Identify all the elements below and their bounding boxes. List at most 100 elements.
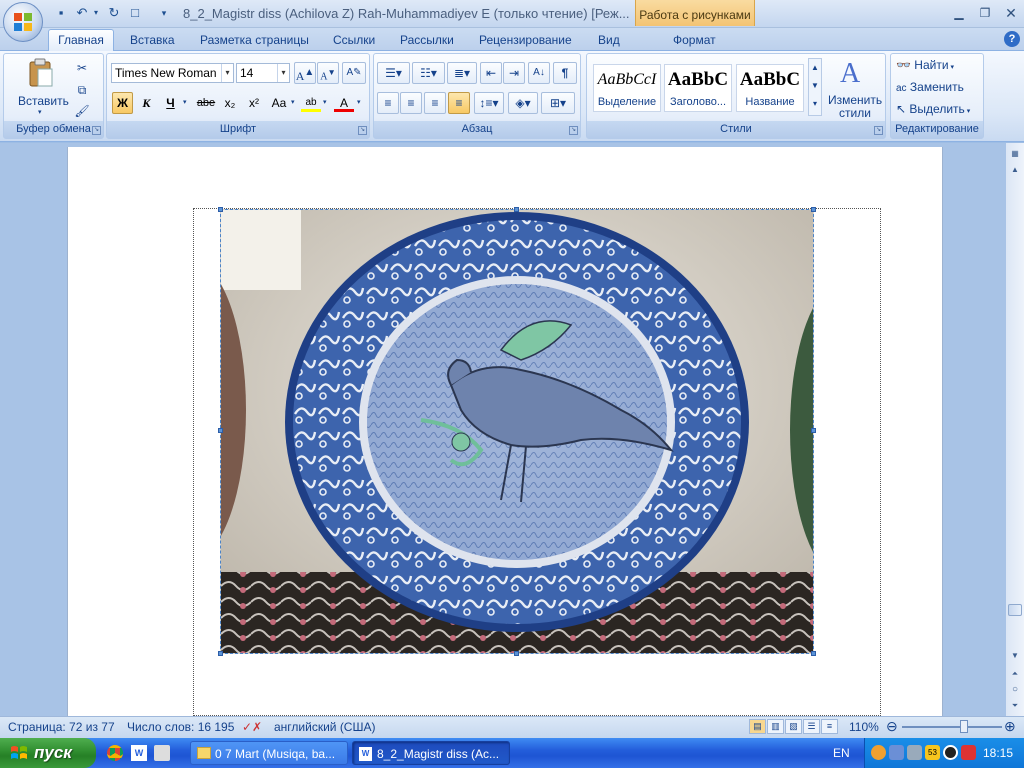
find-button[interactable]: 👓 Найти ▾ [896, 58, 954, 76]
paragraph-launcher-icon[interactable]: ↘ [569, 126, 578, 135]
zoom-slider-thumb[interactable] [960, 720, 968, 733]
case-dropdown-icon[interactable]: ▾ [291, 98, 295, 106]
font-color-dropdown-icon[interactable]: ▾ [357, 98, 361, 106]
zoom-in-icon[interactable]: ⊕ [1004, 718, 1016, 735]
highlight-icon[interactable]: ab [300, 92, 322, 114]
undo-dropdown-icon[interactable]: ▾ [91, 4, 101, 22]
zoom-slider-track[interactable] [902, 726, 1002, 728]
format-painter-icon[interactable]: 🖌 [72, 100, 92, 122]
tab-references[interactable]: Ссылки [333, 31, 375, 50]
help-icon[interactable]: ? [1004, 31, 1020, 47]
web-layout-icon[interactable]: ▧ [785, 719, 802, 734]
chevron-down-icon[interactable]: ▾ [221, 64, 233, 82]
resize-handle[interactable] [811, 428, 816, 433]
select-button[interactable]: ↖ Выделить ▾ [896, 102, 970, 120]
align-right-icon[interactable]: ≡ [424, 92, 446, 114]
resize-handle[interactable] [811, 651, 816, 656]
sort-icon[interactable]: A↓ [528, 62, 550, 84]
tab-review[interactable]: Рецензирование [479, 31, 572, 50]
save-icon[interactable]: ▪ [52, 4, 70, 22]
language-indicator[interactable]: английский (США) [274, 720, 375, 734]
resize-handle[interactable] [218, 428, 223, 433]
tab-page-layout[interactable]: Разметка страницы [200, 31, 309, 50]
italic-button[interactable]: К [136, 92, 157, 114]
increase-indent-icon[interactable]: ⇥ [503, 62, 525, 84]
resize-handle[interactable] [218, 651, 223, 656]
font-color-icon[interactable]: A [333, 92, 355, 114]
style-heading[interactable]: AaBbC Заголово... [664, 64, 732, 112]
clipboard-launcher-icon[interactable]: ↘ [92, 126, 101, 135]
tab-mailings[interactable]: Рассылки [400, 31, 454, 50]
clear-formatting-icon[interactable]: A✎ [342, 62, 366, 84]
copy-icon[interactable]: ⧉ [72, 79, 92, 101]
scrollbar-thumb[interactable] [1008, 604, 1022, 616]
tray-volume-icon[interactable] [907, 745, 922, 760]
zoom-out-icon[interactable]: ⊖ [886, 718, 898, 735]
font-family-select[interactable]: Times New Roman ▾ [111, 63, 234, 83]
undo-icon[interactable]: ↶ [73, 4, 91, 22]
tray-antivirus-icon[interactable]: 53 [925, 745, 940, 760]
styles-scroll[interactable]: ▲ ▼ ▾ [808, 58, 822, 116]
show-marks-button[interactable]: ¶ [553, 62, 577, 84]
resize-handle[interactable] [514, 651, 519, 656]
scroll-down-icon[interactable]: ▼ [1007, 648, 1023, 664]
superscript-button[interactable]: x² [243, 92, 265, 114]
strikethrough-button[interactable]: abe [194, 92, 218, 114]
underline-dropdown-icon[interactable]: ▾ [183, 98, 187, 106]
underline-button[interactable]: Ч [160, 92, 181, 114]
paste-button[interactable]: Вставить ▾ [12, 56, 70, 116]
browse-object-icon[interactable]: ○ [1007, 682, 1023, 698]
new-document-icon[interactable]: □ [126, 4, 144, 22]
tab-view[interactable]: Вид [598, 31, 620, 50]
previous-page-icon[interactable]: ⏶ [1007, 666, 1023, 682]
print-layout-view-icon[interactable]: ▤ [749, 719, 766, 734]
cut-icon[interactable]: ✂ [72, 57, 92, 79]
next-page-icon[interactable]: ⏷ [1007, 698, 1023, 714]
change-case-button[interactable]: Aa [267, 92, 291, 114]
tray-security-icon[interactable] [961, 745, 976, 760]
paste-dropdown-icon[interactable]: ▾ [38, 108, 42, 116]
selected-picture[interactable] [220, 209, 814, 654]
minimize-icon[interactable]: ▁ [946, 4, 972, 22]
chevron-down-icon[interactable]: ▾ [277, 64, 289, 82]
customize-toolbar-icon[interactable]: ▾ [158, 4, 170, 22]
word-count[interactable]: Число слов: 16 195 [127, 720, 234, 734]
tab-format[interactable]: Формат [673, 31, 716, 50]
taskbar-item-folder[interactable]: 0 7 Mart (Musiqa, ba... [190, 741, 348, 765]
desktop-icon[interactable] [154, 745, 170, 761]
select-dropdown-icon[interactable]: ▾ [965, 108, 971, 115]
styles-launcher-icon[interactable]: ↘ [874, 126, 883, 135]
style-emphasis[interactable]: AaBbCcI Выделение [593, 64, 661, 112]
spelling-check-icon[interactable]: ✓✗ [242, 720, 262, 734]
resize-handle[interactable] [811, 207, 816, 212]
grow-font-icon[interactable]: A▲ [294, 62, 316, 84]
decrease-indent-icon[interactable]: ⇤ [480, 62, 502, 84]
line-spacing-icon[interactable]: ↕≡▾ [474, 92, 504, 114]
tray-media-icon[interactable] [943, 745, 958, 760]
align-center-icon[interactable]: ≡ [400, 92, 422, 114]
vertical-scrollbar[interactable] [1006, 143, 1024, 716]
bullets-icon[interactable]: ☰▾ [377, 62, 410, 84]
ruler-toggle-icon[interactable]: ▦ [1007, 146, 1023, 162]
numbering-icon[interactable]: ☷▾ [412, 62, 445, 84]
replace-button[interactable]: ac Заменить [896, 80, 964, 98]
style-title[interactable]: AaBbC Название [736, 64, 804, 112]
office-button[interactable] [3, 2, 43, 42]
close-icon[interactable]: ✕ [998, 4, 1024, 22]
multilevel-list-icon[interactable]: ≣▾ [447, 62, 477, 84]
page-count[interactable]: Страница: 72 из 77 [8, 720, 115, 734]
change-styles-button[interactable]: A Изменить стили [826, 58, 882, 120]
tray-network-icon[interactable] [889, 745, 904, 760]
word-quicklaunch-icon[interactable]: W [131, 745, 147, 761]
find-dropdown-icon[interactable]: ▾ [949, 64, 954, 71]
taskbar-item-word[interactable]: W 8_2_Magistr diss (Ac... [352, 741, 510, 765]
resize-handle[interactable] [218, 207, 223, 212]
redo-icon[interactable]: ↻ [105, 4, 123, 22]
tray-app-icon[interactable] [871, 745, 886, 760]
full-screen-reading-icon[interactable]: ▥ [767, 719, 784, 734]
resize-handle[interactable] [514, 207, 519, 212]
shading-icon[interactable]: ◈▾ [508, 92, 538, 114]
tab-home[interactable]: Главная [48, 29, 114, 51]
bold-button[interactable]: Ж [112, 92, 133, 114]
outline-view-icon[interactable]: ☰ [803, 719, 820, 734]
